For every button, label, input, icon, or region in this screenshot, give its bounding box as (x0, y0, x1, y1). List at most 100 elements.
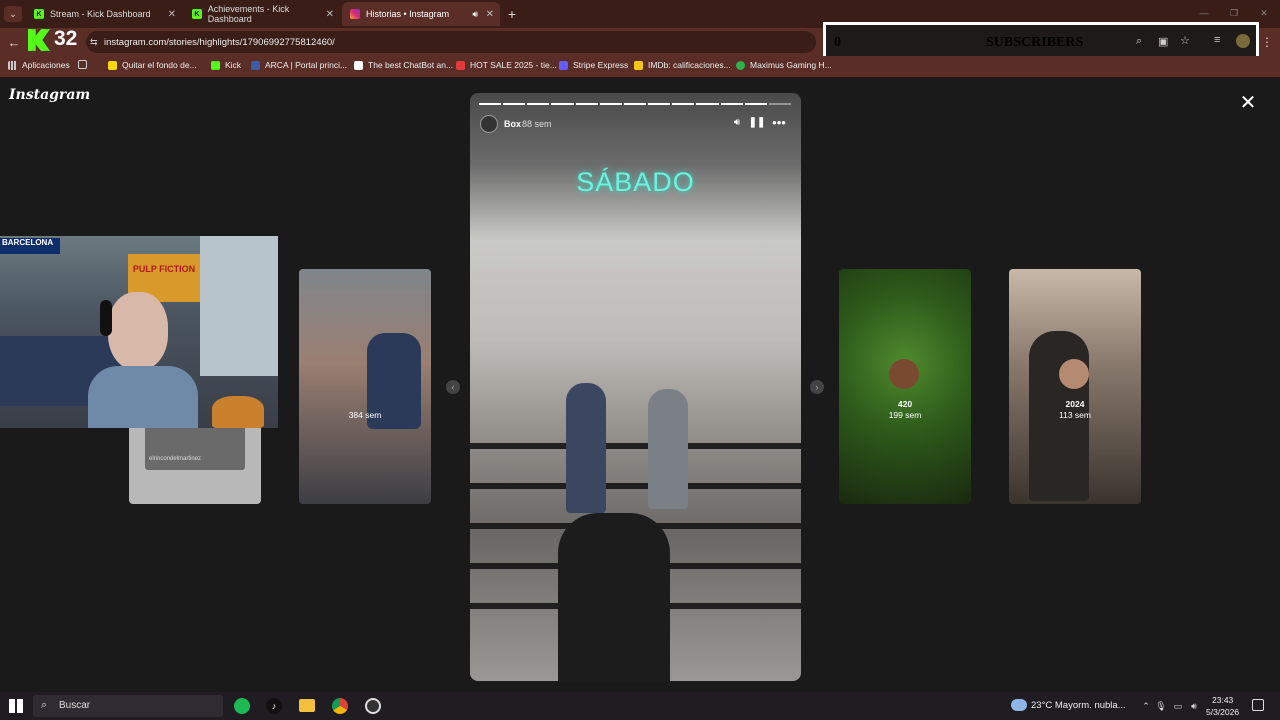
subscribers-label: SUBSCRIBERS (986, 35, 1084, 50)
menu-icon[interactable]: ⋮ (1261, 34, 1273, 50)
tab-search-button[interactable]: ⌄ (4, 6, 22, 22)
tray-chevron-icon[interactable]: ⌃ (1140, 699, 1152, 713)
notifications-icon[interactable] (1252, 699, 1264, 711)
bookmark-maximus[interactable]: Maximus Gaming H... (736, 60, 832, 70)
spotify-icon[interactable] (234, 698, 250, 714)
search-placeholder: Buscar (59, 700, 91, 711)
chrome-icon[interactable] (332, 698, 348, 714)
minimize-icon[interactable]: — (1196, 6, 1212, 20)
story-text-overlay: SÁBADO (576, 167, 695, 197)
bookmark-apps[interactable]: Aplicaciones (8, 60, 70, 70)
media-controls-icon[interactable]: ≡ (1214, 34, 1220, 46)
kick-icon (211, 60, 220, 70)
network-icon[interactable]: ▭ (1172, 699, 1184, 713)
close-tab-icon[interactable]: ✕ (168, 9, 176, 20)
bookmark-remove-bg[interactable]: Quitar el fondo de... (108, 60, 197, 70)
url-text: instagram.com/stories/highlights/1790699… (104, 36, 335, 48)
story-caption: elrincondelmartinez (149, 456, 202, 462)
tab-stream[interactable]: K Stream - Kick Dashboard ✕ (26, 2, 182, 26)
tiktok-icon[interactable]: ♪ (266, 698, 282, 714)
close-tab-icon[interactable]: ✕ (486, 9, 494, 20)
story-card-2024[interactable]: 2024 113 sem (1009, 269, 1141, 504)
kick-logo (28, 29, 50, 51)
file-explorer-icon[interactable] (299, 699, 315, 712)
clock-date[interactable]: 5/3/2026 (1206, 707, 1239, 717)
site-info-icon[interactable]: ⇆ (90, 37, 98, 48)
bookmark-icon (736, 60, 745, 70)
instagram-logo[interactable]: Instagram (9, 87, 90, 103)
story-time: 88 sem (522, 119, 552, 129)
previous-story-arrow[interactable]: ‹ (446, 380, 460, 394)
boxer-right (648, 389, 688, 509)
audio-playing-icon[interactable]: 🔊︎ (472, 9, 478, 20)
tab-achievements[interactable]: K Achievements - Kick Dashboard ✕ (184, 2, 340, 26)
bookmark-kick[interactable]: Kick (211, 60, 241, 70)
bookmark-chatbot[interactable]: The best ChatBot an... (354, 60, 453, 70)
window (200, 236, 278, 376)
next-story-arrow[interactable]: › (810, 380, 824, 394)
browser-toolbar: ← 32 ⇆ instagram.com/stories/highlights/… (0, 22, 1280, 62)
volume-tray-icon[interactable]: 🔊︎ (1188, 699, 1200, 713)
bookmark-icon (634, 60, 643, 70)
zoom-icon[interactable]: ⌕ (1136, 35, 1142, 48)
subscribers-count: 0 (834, 35, 841, 50)
instagram-stories-viewer: Instagram ✕ elrincondelmartinez BARCELON… (0, 78, 1280, 692)
story-progress-bars (479, 103, 792, 105)
obs-icon[interactable] (365, 698, 381, 714)
close-tab-icon[interactable]: ✕ (326, 9, 334, 20)
tab-title: Achievements - Kick Dashboard (207, 4, 290, 24)
story-card-time: 384 sem (348, 410, 382, 420)
close-window-icon[interactable]: ✕ (1256, 6, 1272, 20)
tab-groups-icon[interactable] (78, 60, 92, 69)
windows-taskbar: ⌕ Buscar ♪ 23°C Mayorm. nubla... ⌃ 🎙︎ ▭ … (0, 692, 1280, 720)
kick-icon: K (34, 9, 44, 19)
kick-icon: K (192, 9, 202, 19)
bookmark-icon (456, 60, 465, 70)
story-card-420[interactable]: 420 199 sem (839, 269, 971, 504)
microphone-icon[interactable]: 🎙︎ (1155, 699, 1166, 713)
bookmark-stripe[interactable]: Stripe Express (559, 60, 628, 70)
cast-icon[interactable]: ▣ (1158, 35, 1168, 48)
spectator (558, 513, 670, 681)
story-card-avatar (1059, 359, 1089, 389)
bookmark-icon (251, 60, 260, 70)
volume-icon[interactable]: 🔊︎ (730, 115, 744, 129)
taskbar-search[interactable]: ⌕ Buscar (33, 695, 223, 717)
back-icon[interactable]: ← (6, 34, 22, 50)
restore-icon[interactable]: ❐ (1226, 6, 1242, 20)
bookmarks-bar: Aplicaciones Quitar el fondo de... Kick … (0, 56, 1280, 78)
clock-time[interactable]: 23:43 (1212, 695, 1233, 705)
bookmark-imdb[interactable]: IMDb: calificaciones... (634, 60, 731, 70)
profile-avatar[interactable] (1236, 34, 1250, 48)
bookmark-arca[interactable]: ARCA | Portal princi... (251, 60, 347, 70)
instagram-icon (350, 9, 360, 19)
story-card-time: 113 sem (1059, 410, 1091, 420)
tab-instagram[interactable]: Historias • Instagram 🔊︎ ✕ (342, 2, 500, 26)
bookmark-icon (108, 60, 117, 70)
story-username[interactable]: Box (504, 119, 521, 129)
story-card-time: 199 sem (888, 410, 922, 420)
address-bar[interactable]: ⇆ instagram.com/stories/highlights/17906… (86, 31, 816, 53)
new-tab-button[interactable]: + (504, 6, 520, 22)
boxer-left (566, 383, 606, 513)
apps-grid-icon (8, 60, 17, 70)
bookmark-icon (559, 60, 568, 70)
kick-count: 32 (54, 27, 78, 50)
story-main[interactable]: Box 88 sem 🔊︎ ❚❚ ••• SÁBADO (470, 93, 801, 681)
weather-icon[interactable] (1011, 699, 1027, 711)
windows-start-icon[interactable] (9, 699, 23, 713)
story-avatar[interactable] (480, 115, 498, 133)
close-viewer-icon[interactable]: ✕ (1238, 92, 1258, 114)
webcam-overlay: BARCELONA PULP FICTION (0, 236, 278, 428)
bookmark-hotsale[interactable]: HOT SALE 2025 - tie... (456, 60, 557, 70)
story-card-384[interactable]: 384 sem (299, 269, 431, 504)
story-card-count: 2024 (1065, 399, 1085, 409)
more-options-icon[interactable]: ••• (770, 115, 788, 130)
tab-title: Historias • Instagram (366, 9, 450, 19)
search-icon: ⌕ (41, 699, 48, 711)
story-card-count: 420 (897, 399, 913, 409)
pause-icon[interactable]: ❚❚ (749, 115, 766, 129)
bookmark-star-icon[interactable]: ☆ (1180, 34, 1190, 47)
streamer (88, 292, 198, 428)
weather-text[interactable]: 23°C Mayorm. nubla... (1031, 700, 1126, 711)
